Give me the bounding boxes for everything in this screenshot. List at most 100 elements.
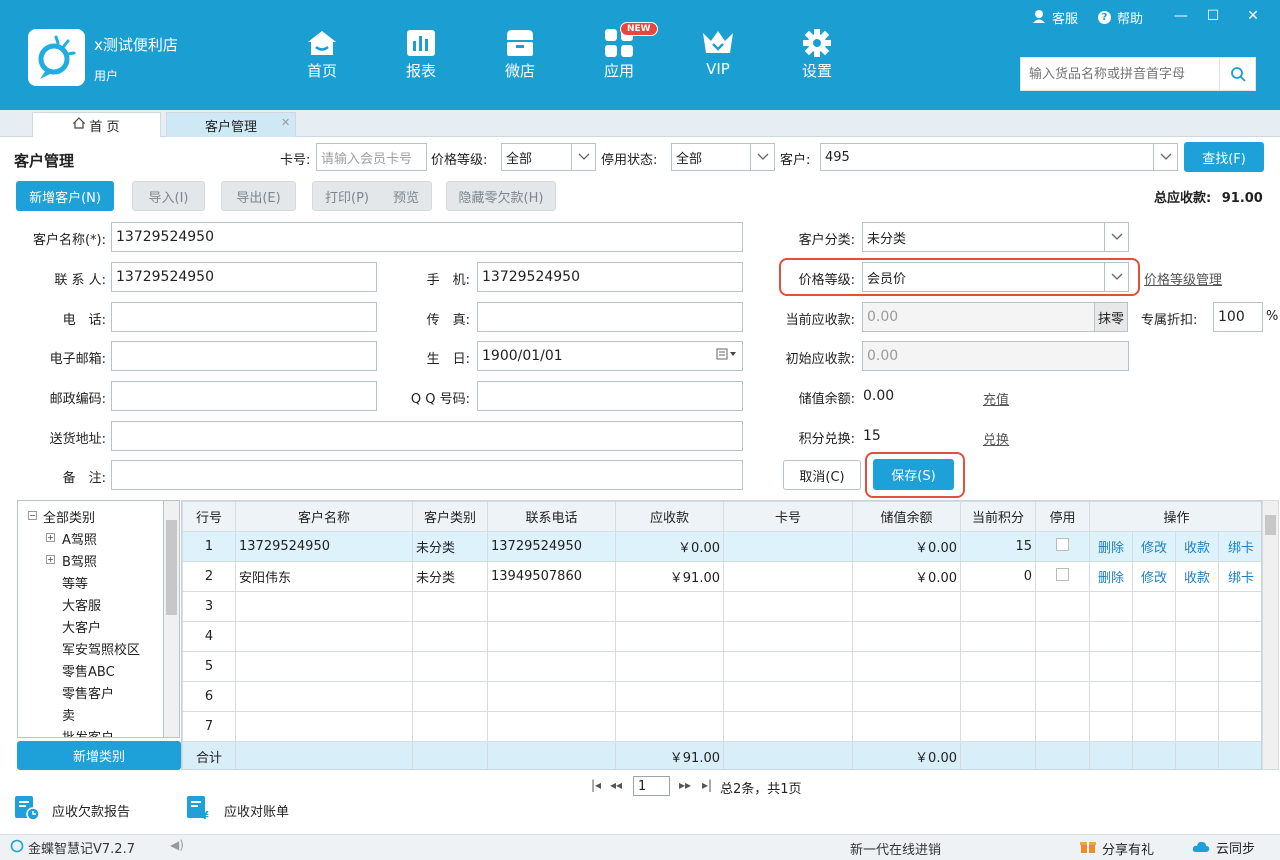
preview-button[interactable]: 预览 bbox=[393, 187, 419, 206]
tree-item[interactable]: 批发客户 bbox=[62, 727, 114, 737]
category-select[interactable]: 未分类 bbox=[862, 222, 1129, 252]
tree-item[interactable]: 军安驾照校区 bbox=[62, 639, 140, 658]
first-page-button[interactable]: |◂ bbox=[591, 778, 601, 792]
search-button[interactable] bbox=[1219, 57, 1256, 91]
card-number-input[interactable]: 请输入会员卡号 bbox=[316, 143, 427, 171]
tree-item[interactable]: 卖 bbox=[62, 705, 75, 724]
price-level-manage-link[interactable]: 价格等级管理 bbox=[1144, 269, 1222, 288]
disable-status-select[interactable]: 全部 bbox=[671, 143, 775, 171]
nav-settings[interactable]: 设置 bbox=[785, 28, 849, 81]
minimize-button[interactable]: — bbox=[1171, 6, 1191, 26]
table-row[interactable]: 2 安阳伟东 未分类 13949507860 ￥91.00 ￥0.00 0 删除… bbox=[182, 561, 1261, 592]
col-header[interactable]: 行号 bbox=[182, 501, 236, 532]
nav-vip[interactable]: VIP bbox=[686, 28, 750, 78]
share-link[interactable]: 分享有礼 bbox=[1080, 838, 1154, 858]
tree-item[interactable]: 零售ABC bbox=[62, 661, 115, 680]
last-page-button[interactable]: ▸| bbox=[702, 778, 712, 792]
table-row[interactable]: 7 bbox=[182, 711, 1261, 742]
col-header[interactable]: 联系电话 bbox=[487, 501, 616, 532]
nav-home[interactable]: 首页 bbox=[290, 28, 354, 81]
col-header[interactable]: 卡号 bbox=[723, 501, 853, 532]
table-row[interactable]: 1 13729524950 未分类 13729524950 ￥0.00 ￥0.0… bbox=[182, 531, 1261, 562]
col-header[interactable]: 客户类别 bbox=[412, 501, 488, 532]
add-category-button[interactable]: 新增类别 bbox=[17, 741, 181, 770]
bind-card-link[interactable]: 绑卡 bbox=[1217, 561, 1261, 592]
statement-link[interactable]: ¥ 应收对账单 bbox=[186, 795, 289, 825]
find-button[interactable]: 查找(F) bbox=[1184, 142, 1264, 172]
customer-filter-select[interactable]: 495 bbox=[820, 143, 1178, 171]
disable-checkbox[interactable] bbox=[1056, 568, 1069, 581]
help-link[interactable]: ? 帮助 bbox=[1098, 8, 1143, 27]
email-field[interactable] bbox=[111, 341, 377, 371]
nav-shop[interactable]: 微店 bbox=[488, 28, 552, 81]
price-level-filter-select[interactable]: 全部 bbox=[501, 143, 596, 171]
cloud-sync-link[interactable]: 云同步 bbox=[1192, 838, 1255, 857]
export-button[interactable]: 导出(E) bbox=[221, 181, 296, 211]
round-off-button[interactable]: 抹零 bbox=[1094, 302, 1128, 332]
tree-root[interactable]: 全部类别 bbox=[43, 507, 95, 526]
expand-icon[interactable]: + bbox=[46, 533, 55, 542]
bind-card-link[interactable]: 绑卡 bbox=[1217, 531, 1261, 562]
recharge-link[interactable]: 充值 bbox=[983, 389, 1009, 408]
goods-search-input[interactable] bbox=[1020, 57, 1219, 91]
col-header[interactable]: 储值余额 bbox=[852, 501, 961, 532]
discount-field[interactable]: 100 bbox=[1213, 302, 1263, 332]
collect-link[interactable]: 收款 bbox=[1175, 561, 1219, 592]
tree-item[interactable]: 大客服 bbox=[62, 595, 101, 614]
address-field[interactable] bbox=[111, 421, 743, 451]
next-page-button[interactable]: ▸▸ bbox=[679, 778, 691, 792]
zip-field[interactable] bbox=[111, 381, 377, 411]
tree-item[interactable]: 大客户 bbox=[62, 617, 101, 636]
prev-page-button[interactable]: ◂◂ bbox=[610, 778, 622, 792]
customer-name-field[interactable]: 13729524950 bbox=[111, 222, 743, 252]
mobile-field[interactable]: 13729524950 bbox=[477, 262, 743, 292]
page-number-input[interactable]: 1 bbox=[633, 776, 670, 796]
delete-link[interactable]: 删除 bbox=[1089, 561, 1133, 592]
tree-scroll-thumb[interactable] bbox=[166, 520, 177, 615]
import-button[interactable]: 导入(I) bbox=[132, 181, 205, 211]
contact-field[interactable]: 13729524950 bbox=[111, 262, 377, 292]
service-link[interactable]: 客服 bbox=[1032, 8, 1078, 27]
cancel-button[interactable]: 取消(C) bbox=[783, 460, 861, 490]
close-button[interactable]: ✕ bbox=[1243, 6, 1263, 26]
tree-item[interactable]: B驾照 bbox=[62, 551, 97, 570]
phone-field[interactable] bbox=[111, 302, 377, 332]
tab-home[interactable]: 首 页 bbox=[32, 112, 161, 137]
save-button[interactable]: 保存(S) bbox=[873, 459, 954, 490]
table-row[interactable]: 5 bbox=[182, 651, 1261, 682]
close-tab-icon[interactable]: ✕ bbox=[281, 116, 290, 129]
delete-link[interactable]: 删除 bbox=[1089, 531, 1133, 562]
add-customer-button[interactable]: 新增客户(N) bbox=[16, 181, 114, 211]
table-row[interactable]: 6 bbox=[182, 681, 1261, 712]
remark-field[interactable] bbox=[111, 460, 743, 490]
tree-item[interactable]: 等等 bbox=[62, 573, 88, 592]
price-level-select[interactable]: 会员价 bbox=[862, 262, 1129, 292]
volume-icon[interactable]: ◀) bbox=[170, 838, 184, 852]
category-tree[interactable]: − 全部类别 + A驾照 + B驾照 等等 大客服 大客户 军安驾照校区 零售A… bbox=[17, 500, 180, 738]
disable-checkbox[interactable] bbox=[1056, 538, 1069, 551]
edit-link[interactable]: 修改 bbox=[1132, 561, 1176, 592]
tab-customer-management[interactable]: 客户管理 bbox=[166, 112, 296, 137]
table-scrollbar[interactable] bbox=[1262, 500, 1279, 770]
tree-item[interactable]: A驾照 bbox=[62, 529, 97, 548]
edit-link[interactable]: 修改 bbox=[1132, 531, 1176, 562]
maximize-button[interactable]: ☐ bbox=[1203, 6, 1223, 26]
collapse-icon[interactable]: − bbox=[28, 511, 37, 520]
col-header[interactable]: 停用 bbox=[1035, 501, 1090, 532]
table-row[interactable]: 3 bbox=[182, 591, 1261, 622]
birthday-field[interactable]: 1900/01/01 bbox=[477, 341, 743, 371]
calendar-icon[interactable] bbox=[716, 348, 736, 364]
receivable-report-link[interactable]: 应收欠款报告 bbox=[14, 795, 130, 825]
tree-item[interactable]: 零售客户 bbox=[62, 683, 114, 702]
col-header[interactable]: 客户名称 bbox=[235, 501, 413, 532]
col-header[interactable]: 应收款 bbox=[615, 501, 724, 532]
fax-field[interactable] bbox=[477, 302, 743, 332]
print-button[interactable]: 打印(P) bbox=[325, 187, 369, 206]
exchange-link[interactable]: 兑换 bbox=[983, 429, 1009, 448]
qq-field[interactable] bbox=[477, 381, 743, 411]
collect-link[interactable]: 收款 bbox=[1175, 531, 1219, 562]
col-header[interactable]: 当前积分 bbox=[960, 501, 1036, 532]
table-row[interactable]: 4 bbox=[182, 621, 1261, 652]
nav-report[interactable]: 报表 bbox=[389, 28, 453, 81]
expand-icon[interactable]: + bbox=[46, 555, 55, 564]
